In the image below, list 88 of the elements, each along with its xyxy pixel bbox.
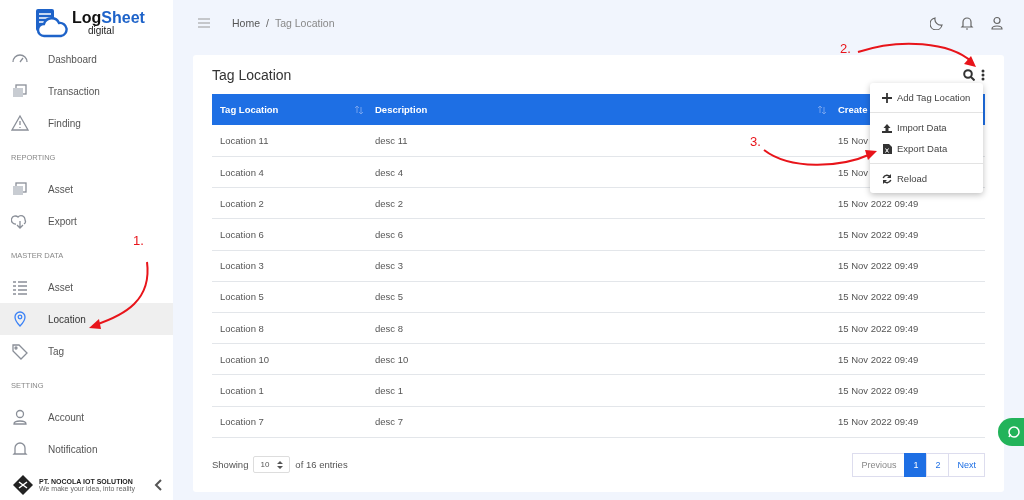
breadcrumb-item[interactable]: Home — [232, 16, 260, 29]
sidebar-item[interactable]: Location — [0, 303, 173, 335]
column-header[interactable]: Description — [375, 104, 428, 116]
table-cell: desc 4 — [375, 166, 403, 178]
table-cell: 15 Nov 2022 09:49 — [838, 229, 919, 240]
warning-icon — [11, 114, 29, 132]
table-cell: desc 8 — [375, 322, 403, 334]
page-button[interactable]: 2 — [926, 452, 950, 477]
cloud-download-icon — [11, 212, 29, 230]
table-cell: 15 Nov 2022 09:49 — [838, 384, 919, 396]
table-cell: desc 6 — [375, 229, 403, 240]
table-cell: Location 2 — [220, 197, 264, 209]
card-title: Tag Location — [212, 66, 292, 83]
menu-item[interactable]: Export Data — [870, 138, 983, 159]
menu-item[interactable]: Reload — [870, 168, 983, 189]
table-cell: 15 Nov 2022 09:49 — [838, 291, 919, 303]
cloud-logo-icon — [34, 8, 68, 38]
table-cell: desc 10 — [375, 353, 409, 365]
table-cell: Location 3 — [220, 260, 264, 272]
column-header[interactable]: Tag Location — [220, 104, 279, 116]
list-icon — [11, 278, 29, 296]
moon-icon[interactable] — [930, 15, 944, 30]
menu-item[interactable]: Add Tag Location — [870, 87, 983, 108]
sidebar-item[interactable]: Account — [0, 401, 173, 433]
spreadsheet-file-icon — [882, 143, 892, 154]
table-cell: Location 8 — [220, 322, 264, 334]
kebab-menu-icon[interactable] — [981, 68, 985, 81]
breadcrumb-item: Tag Location — [274, 16, 335, 29]
sidebar-item[interactable]: Asset — [0, 173, 173, 205]
map-pin-icon — [11, 310, 29, 328]
table-cell: desc 5 — [375, 291, 403, 303]
table-cell: 15 Nov 2022 09:49 — [838, 197, 919, 209]
sidebar-item[interactable]: Finding — [0, 107, 173, 139]
sidebar-item[interactable]: Transaction — [0, 75, 173, 107]
bell-icon[interactable] — [960, 15, 974, 30]
sidebar-item[interactable]: Dashboard — [0, 43, 173, 75]
table-cell: Location 6 — [220, 229, 264, 240]
chat-bubble-icon — [1008, 426, 1020, 438]
annotation-arrow — [89, 261, 149, 329]
table-cell: 15 Nov 2022 09:49 — [838, 260, 919, 272]
table-cell: 15 Nov 2022 09:49 — [838, 353, 919, 365]
table-cell: Location 11 — [220, 135, 269, 147]
sidebar-item[interactable]: Asset — [0, 271, 173, 303]
sidebar-item[interactable]: Tag — [0, 335, 173, 367]
bell-icon — [11, 440, 29, 458]
column-header[interactable]: Create — [838, 104, 868, 116]
table-cell: 15 Nov — [838, 135, 869, 147]
plus-icon — [882, 92, 892, 103]
collapse-chevron-icon[interactable] — [153, 479, 163, 491]
search-icon[interactable] — [963, 68, 975, 81]
upload-tray-icon — [882, 122, 892, 133]
entries-label: Showing — [212, 459, 249, 471]
reload-icon — [882, 173, 892, 184]
sort-arrows-icon — [355, 105, 363, 114]
annotation-number: 1. — [133, 234, 144, 248]
user-icon — [11, 408, 29, 426]
page-size-select[interactable]: 10 — [253, 456, 291, 474]
brand-subtitle: digital — [88, 26, 116, 36]
page-button[interactable]: 1 — [904, 452, 928, 477]
table-cell: desc 1 — [375, 384, 403, 396]
sort-arrows-icon — [818, 105, 826, 114]
table-cell: 15 Nov 2022 09:49 — [838, 322, 919, 334]
table-cell: Location 4 — [220, 166, 264, 178]
table-cell: desc 3 — [375, 260, 403, 272]
table-cell: Location 10 — [220, 353, 270, 365]
page-button[interactable]: Next — [948, 452, 985, 477]
table-cell: Location 1 — [220, 384, 264, 396]
up-down-caret-icon — [277, 460, 284, 469]
table-cell: 15 Nov 2022 09:49 — [838, 416, 919, 428]
sidebar-item[interactable]: Notification — [0, 433, 173, 465]
table-cell: Location 7 — [220, 416, 264, 428]
table-cell: desc 7 — [375, 416, 403, 428]
menu-item[interactable]: Import Data — [870, 117, 983, 138]
annotation-number: 2. — [840, 42, 851, 56]
table-cell: Location 5 — [220, 291, 264, 303]
brand-name: LogSheet — [72, 10, 145, 26]
stacked-pages-icon — [11, 180, 29, 198]
entries-label: of 16 entries — [295, 459, 348, 471]
tag-icon — [11, 342, 29, 360]
breadcrumb-separator: / — [266, 16, 269, 29]
sidebar-item[interactable]: Export — [0, 205, 173, 237]
user-icon[interactable] — [990, 15, 1004, 30]
annotation-number: 3. — [750, 135, 761, 149]
company-logo-icon — [12, 474, 34, 496]
table-cell: 15 Nov — [838, 166, 869, 178]
stacked-pages-icon — [11, 82, 29, 100]
table-cell: desc 2 — [375, 197, 403, 209]
table-cell: desc 11 — [375, 135, 408, 147]
